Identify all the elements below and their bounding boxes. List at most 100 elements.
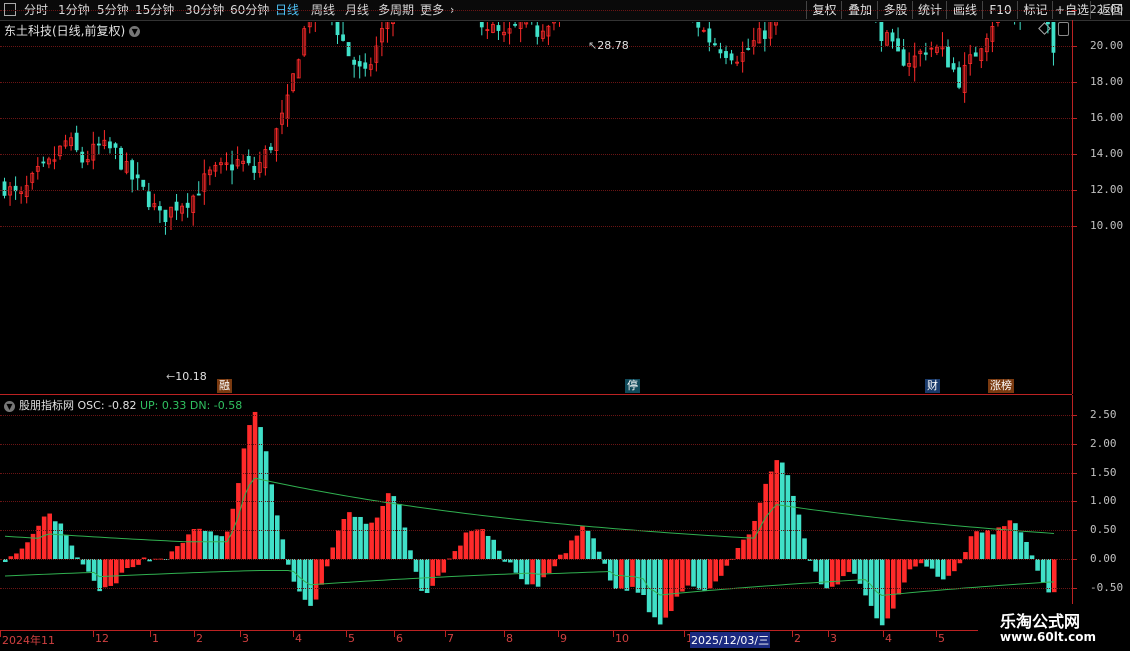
event-marker-1[interactable]: 停 [625, 379, 640, 393]
osc-bar [47, 513, 52, 559]
candle-body [762, 30, 767, 39]
osc-bar [863, 559, 868, 596]
date-separator [150, 631, 151, 637]
candlestick-chart[interactable] [0, 22, 1072, 392]
osc-gridline [0, 587, 1072, 589]
osc-bar [780, 462, 785, 559]
price-tick-label: 14.00 [1090, 147, 1124, 160]
osc-tick-label: 0.00 [1090, 552, 1117, 565]
osc-bar [691, 559, 696, 587]
osc-bar [813, 559, 818, 572]
date-label: 9 [560, 632, 567, 645]
date-separator [445, 631, 446, 637]
osc-bar [363, 523, 369, 559]
osc-bar [480, 529, 485, 559]
candle-body [157, 206, 162, 211]
osc-bar [535, 559, 541, 587]
date-separator [883, 631, 884, 637]
candle-body [890, 32, 895, 42]
date-separator [394, 631, 395, 637]
osc-bar [274, 515, 280, 559]
candle-body [946, 46, 950, 68]
date-label: 10 [615, 632, 629, 645]
osc-bar [696, 559, 702, 590]
candle-body [130, 160, 135, 180]
date-label: 2024年11 [2, 634, 55, 647]
osc-bar [408, 550, 413, 559]
candle-body [346, 42, 351, 57]
candle-body [951, 63, 956, 70]
osc-bar [41, 516, 47, 559]
osc-bar [741, 539, 746, 559]
osc-tick-label: 2.50 [1090, 408, 1117, 421]
osc-bar [208, 531, 213, 559]
osc-bar [996, 527, 1002, 559]
osc-bar [336, 530, 341, 559]
candle-body [879, 22, 884, 42]
osc-bar [879, 559, 885, 626]
osc-bar [1040, 559, 1046, 583]
date-label: 4 [885, 632, 892, 645]
date-separator [346, 631, 347, 637]
osc-bar [724, 559, 730, 566]
candle-body [196, 193, 201, 196]
date-separator [558, 631, 559, 637]
osc-bar [680, 559, 685, 592]
osc-bar [324, 559, 330, 567]
high-price-label: ↖28.78 [588, 39, 629, 52]
osc-bar [302, 559, 308, 600]
osc-bar [624, 559, 630, 591]
candle-body [96, 143, 101, 146]
osc-bar [868, 559, 874, 606]
date-label: 5 [938, 632, 945, 645]
osc-bar [108, 559, 114, 586]
date-label: 1 [152, 632, 159, 645]
osc-tick-label: 1.00 [1090, 494, 1117, 508]
osc-bar [25, 542, 30, 559]
osc-bar [946, 559, 952, 576]
osc-gridline [0, 443, 1072, 445]
osc-bar [58, 523, 64, 559]
osc-bar [802, 538, 807, 559]
date-axis[interactable]: 2024年111212345678910123452025/12/03/三 [0, 630, 1072, 651]
osc-bar [191, 529, 197, 559]
osc-bar [524, 559, 530, 585]
osc-tick-mark [1072, 530, 1077, 532]
candle-body [146, 191, 151, 208]
osc-tick-mark [1072, 501, 1077, 503]
candle-body [108, 141, 112, 149]
osc-bar [657, 559, 663, 625]
candle-body [335, 22, 340, 36]
candle-body [896, 38, 900, 52]
candle-body [174, 201, 179, 211]
candle-body [1046, 22, 1050, 25]
oscillator-chart[interactable] [0, 395, 1072, 630]
price-tick-label: 10.00 [1090, 219, 1124, 232]
osc-bar [979, 532, 985, 559]
osc-bar [19, 548, 25, 559]
event-marker-3[interactable]: 涨榜 [988, 379, 1014, 393]
osc-bar [1018, 532, 1024, 559]
osc-bar [369, 522, 374, 559]
osc-bar [940, 559, 946, 580]
osc-bar [419, 559, 424, 591]
date-separator [684, 631, 685, 637]
event-marker-0[interactable]: 融 [217, 379, 232, 393]
event-marker-2[interactable]: 财 [925, 379, 940, 393]
osc-bar [963, 552, 968, 559]
osc-bar [69, 545, 75, 559]
osc-bar [791, 495, 796, 559]
candle-body [901, 49, 906, 66]
osc-bar [225, 531, 230, 559]
osc-bar [352, 516, 358, 559]
osc-bar [391, 496, 397, 559]
price-tick-mark [1072, 154, 1077, 155]
candle-body [535, 25, 540, 37]
osc-bar [330, 547, 336, 559]
candle-body [479, 22, 484, 28]
price-gridline [0, 10, 1072, 11]
date-separator [93, 631, 94, 637]
osc-bar [935, 559, 940, 577]
price-tick-mark [1072, 226, 1077, 227]
osc-bar [841, 559, 846, 577]
